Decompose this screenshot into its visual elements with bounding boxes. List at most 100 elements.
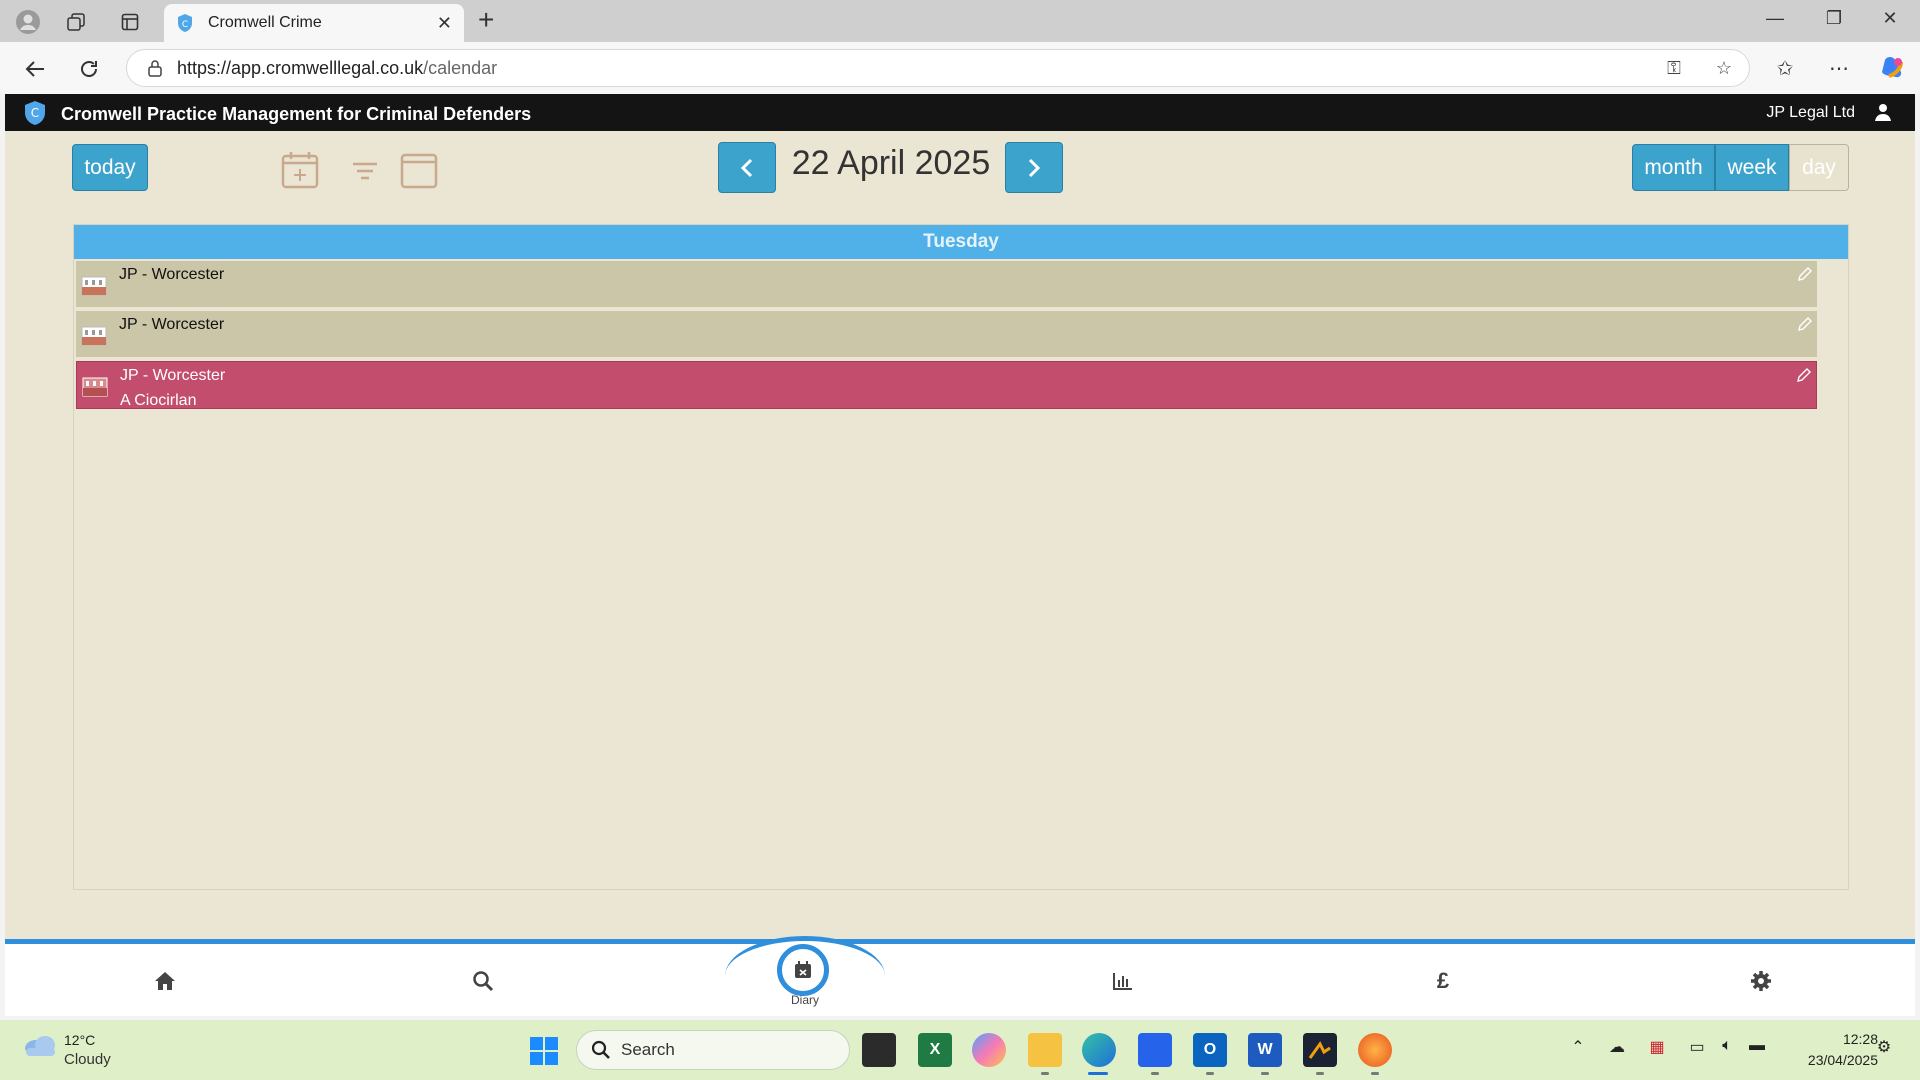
app-title: Cromwell Practice Management for Crimina…: [61, 104, 532, 124]
clock-time[interactable]: 12:28: [1810, 1031, 1878, 1047]
back-button[interactable]: [20, 54, 50, 84]
court-building-icon: [81, 326, 107, 346]
home-icon[interactable]: [150, 966, 180, 996]
tab-actions-icon[interactable]: [116, 8, 144, 36]
stats-icon[interactable]: [1108, 966, 1138, 996]
search-icon: [591, 1040, 610, 1059]
taskbar-search[interactable]: Search: [576, 1030, 850, 1070]
cromwell-shield-icon: C: [178, 14, 192, 32]
calendar-icon: [795, 961, 811, 978]
notifications-icon[interactable]: ⚙: [1872, 1037, 1896, 1061]
running-indicator: [1261, 1072, 1269, 1075]
browser-address-bar: https://app.cromwelllegal.co.uk/calendar…: [0, 42, 1920, 94]
view-switcher: month week day: [1632, 144, 1849, 191]
tab-close-icon[interactable]: ✕: [437, 13, 452, 34]
cloud-weather-icon[interactable]: [22, 1032, 58, 1058]
copilot-icon[interactable]: [1878, 54, 1908, 84]
diary-button[interactable]: [777, 944, 829, 996]
copilot-app-icon[interactable]: [972, 1033, 1006, 1067]
taskbar-search-placeholder: Search: [621, 1040, 675, 1059]
running-indicator: [1371, 1072, 1379, 1075]
week-view-button[interactable]: week: [1715, 144, 1789, 191]
store-icon[interactable]: [1138, 1033, 1172, 1067]
battery-icon[interactable]: ▬: [1745, 1037, 1769, 1061]
settings-gear-icon[interactable]: [1746, 966, 1776, 996]
app-arrow-icon[interactable]: [1303, 1033, 1337, 1067]
chevron-right-icon: [1028, 158, 1041, 177]
running-indicator: [1206, 1072, 1214, 1075]
chevron-left-icon: [740, 158, 753, 177]
onedrive-icon[interactable]: ☁: [1605, 1037, 1629, 1061]
pencil-icon[interactable]: [1796, 315, 1814, 333]
next-day-button[interactable]: [1005, 142, 1063, 193]
restore-icon[interactable]: ❐: [1814, 8, 1854, 29]
day-calendar: Tuesday JP - Worcester JP - Worcester JP…: [73, 224, 1849, 890]
lock-icon[interactable]: [147, 59, 163, 77]
cromwell-logo-icon: C: [25, 101, 45, 125]
task-view-icon[interactable]: [862, 1033, 896, 1067]
pencil-icon[interactable]: [1795, 366, 1813, 384]
app-header: C Cromwell Practice Management for Crimi…: [5, 94, 1915, 131]
event-title: JP - Worcester: [119, 316, 225, 333]
windows-start-icon[interactable]: [529, 1036, 559, 1066]
event-client: A Ciocirlan: [120, 392, 197, 409]
month-view-button[interactable]: month: [1632, 144, 1715, 191]
favorites-icon[interactable]: ✩: [1770, 54, 1800, 84]
previous-day-button[interactable]: [718, 142, 776, 193]
edge-icon[interactable]: [1082, 1033, 1116, 1067]
network-icon[interactable]: ▭: [1685, 1037, 1709, 1061]
more-options-icon[interactable]: ⋯: [1824, 54, 1854, 84]
file-explorer-icon[interactable]: [1028, 1033, 1062, 1067]
running-indicator: [1151, 1072, 1159, 1075]
browser-tab-bar: C Cromwell Crime ✕ + — ❐ ✕: [0, 0, 1920, 42]
url-host: https://app.cromwelllegal.co.uk: [177, 57, 424, 78]
key-icon[interactable]: ⚿: [1663, 58, 1685, 80]
minimize-icon[interactable]: —: [1755, 8, 1795, 29]
add-event-icon[interactable]: [280, 150, 320, 190]
chevron-up-icon[interactable]: ⌃: [1566, 1037, 1590, 1061]
url-field[interactable]: https://app.cromwelllegal.co.uk/calendar…: [126, 49, 1750, 87]
calendar-badge-icon[interactable]: ▦: [1645, 1037, 1669, 1061]
favorite-star-icon[interactable]: ☆: [1713, 58, 1735, 80]
refresh-button[interactable]: [74, 54, 104, 84]
clock-date[interactable]: 23/04/2025: [1780, 1052, 1878, 1068]
day-view-button[interactable]: day: [1789, 144, 1849, 191]
weather-description: Cloudy: [64, 1051, 111, 1068]
event-title: JP - Worcester: [120, 367, 226, 384]
active-app-indicator: [1088, 1072, 1108, 1075]
event-title: JP - Worcester: [119, 266, 225, 283]
close-window-icon[interactable]: ✕: [1870, 8, 1910, 29]
svg-text:C: C: [182, 20, 188, 30]
svg-text:C: C: [31, 106, 39, 120]
today-button[interactable]: today: [72, 144, 148, 191]
search-icon[interactable]: [468, 966, 498, 996]
calendar-event[interactable]: JP - Worcester: [76, 261, 1817, 309]
app-window: C Cromwell Practice Management for Crimi…: [5, 94, 1915, 1016]
company-name[interactable]: JP Legal Ltd: [1766, 104, 1855, 122]
pencil-icon[interactable]: [1796, 265, 1814, 283]
calendar-picker-icon[interactable]: [399, 150, 439, 190]
court-building-icon: [81, 276, 107, 296]
workspaces-icon[interactable]: [62, 8, 90, 36]
user-icon[interactable]: [1873, 102, 1893, 122]
excel-icon[interactable]: X: [918, 1033, 952, 1067]
calendar-event-selected[interactable]: JP - Worcester A Ciocirlan: [76, 361, 1817, 409]
volume-icon[interactable]: 🔈︎: [1715, 1037, 1739, 1061]
windows-taskbar: 12°C Cloudy Search X O W ⌃ ☁ ▦ ▭ 🔈︎ ▬ 12…: [0, 1020, 1920, 1080]
profile-icon[interactable]: [14, 8, 42, 36]
finance-pound-icon[interactable]: £: [1428, 966, 1458, 996]
running-indicator: [1316, 1072, 1324, 1075]
outlook-icon[interactable]: O: [1193, 1033, 1227, 1067]
diary-label: Diary: [790, 993, 819, 1007]
url-path: /calendar: [423, 57, 498, 78]
word-icon[interactable]: W: [1248, 1033, 1282, 1067]
current-date-title: 22 April 2025: [791, 144, 991, 182]
calendar-event[interactable]: JP - Worcester: [76, 311, 1817, 359]
firefox-icon[interactable]: [1358, 1033, 1392, 1067]
court-building-icon: [82, 377, 108, 397]
browser-tab-active[interactable]: C Cromwell Crime ✕: [164, 4, 464, 42]
day-header: Tuesday: [74, 225, 1848, 259]
tab-title: Cromwell Crime: [208, 14, 322, 31]
filter-icon[interactable]: [345, 150, 385, 190]
new-tab-button[interactable]: +: [478, 6, 494, 34]
